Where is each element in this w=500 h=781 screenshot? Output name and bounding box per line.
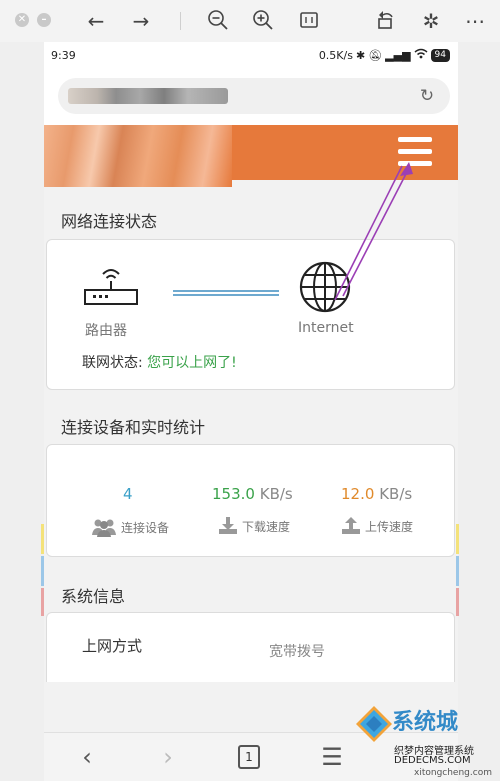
battery-badge: 94: [430, 48, 450, 62]
fit-icon[interactable]: [297, 9, 321, 33]
watermark-line3: xitongcheng.com: [414, 768, 492, 778]
system-info-title: 系统信息: [61, 587, 126, 606]
devices-label: 连接设备: [121, 520, 170, 535]
blurred-url: [68, 88, 228, 104]
watermark-brand: 系统城: [392, 710, 459, 735]
tabs-button[interactable]: 1: [238, 745, 260, 769]
refresh-icon[interactable]: ↻: [416, 85, 438, 107]
watermark-line2: DEDECMS.COM: [394, 755, 471, 766]
network-speed: 0.5K/s: [318, 48, 353, 62]
download-icon: [219, 517, 237, 534]
internet-label: Internet: [298, 320, 354, 336]
signal-icon: ▂▄▆: [385, 48, 411, 62]
devices-stat-label[interactable]: 连接设备: [91, 517, 169, 537]
image-viewer-toolbar: ✕ – ← → ✲ ⋯: [0, 0, 500, 42]
rotate-icon[interactable]: [374, 9, 398, 33]
nav-forward-button[interactable]: ›: [153, 743, 183, 771]
download-value: 153.0: [212, 485, 255, 503]
mute-icon: 🔕︎: [368, 48, 383, 62]
phone-screen: 9:39 0.5K/s ✱ 🔕︎ ▂▄▆ 94 ↻ 网络连接状态 路由器 Int…: [44, 42, 458, 781]
watermark: 系统城 织梦内容管理系统 DEDECMS.COM xitongcheng.com: [352, 702, 500, 781]
devices-count: 4: [123, 485, 133, 503]
minimize-icon[interactable]: –: [37, 13, 51, 27]
network-status-title: 网络连接状态: [61, 212, 158, 231]
nav-back-button[interactable]: ‹: [72, 743, 102, 771]
magic-wand-icon[interactable]: ✲: [419, 9, 443, 33]
hamburger-menu-icon[interactable]: [398, 137, 432, 167]
watermark-logo-icon: [356, 706, 392, 742]
status-time: 9:39: [51, 49, 76, 62]
connection-status-value: 您可以上网了!: [147, 355, 237, 371]
back-arrow-icon[interactable]: ←: [84, 9, 108, 33]
connection-type-value: 宽带拨号: [269, 644, 325, 660]
toolbar-divider: [180, 12, 181, 30]
upload-label: 上传速度: [365, 519, 414, 534]
connection-status-label: 联网状态:: [82, 355, 143, 371]
connection-type-label: 上网方式: [82, 637, 143, 655]
bluetooth-icon: ✱: [355, 48, 366, 62]
download-stat-label[interactable]: 下载速度: [218, 517, 290, 535]
more-icon[interactable]: ⋯: [463, 9, 487, 33]
connection-line: [173, 290, 279, 296]
nav-menu-button[interactable]: ☰: [317, 743, 347, 771]
upload-stat-label[interactable]: 上传速度: [341, 517, 413, 535]
address-bar-row: ↻: [44, 70, 458, 125]
router-page-header: [44, 125, 458, 187]
network-status-card: 路由器 Internet 联网状态: 您可以上网了!: [46, 239, 455, 390]
stats-card: 4 连接设备 153.0 KB/s 下载速度 12.0 KB/s 上传速度: [46, 444, 455, 557]
upload-value: 12.0: [341, 485, 375, 503]
download-unit: KB/s: [259, 485, 293, 503]
connection-status-line: 联网状态: 您可以上网了!: [82, 352, 237, 372]
blurred-logo: [44, 125, 232, 187]
download-label: 下载速度: [242, 519, 291, 534]
globe-icon: [299, 261, 351, 313]
forward-arrow-icon[interactable]: →: [129, 9, 153, 33]
close-icon[interactable]: ✕: [15, 13, 29, 27]
upload-icon: [342, 517, 360, 534]
side-strip-blue-left: [41, 556, 44, 586]
zoom-in-icon[interactable]: [251, 9, 275, 33]
upload-stat: 12.0 KB/s: [341, 485, 412, 503]
system-info-card: 上网方式 宽带拨号: [46, 612, 455, 682]
zoom-out-icon[interactable]: [206, 9, 230, 33]
router-label: 路由器: [85, 323, 127, 339]
side-strip-red-left: [41, 588, 44, 616]
download-stat: 153.0 KB/s: [212, 485, 293, 503]
upload-unit: KB/s: [379, 485, 413, 503]
side-strip-blue-right: [456, 556, 459, 586]
router-icon: [84, 269, 138, 305]
side-strip-red-right: [456, 588, 459, 616]
side-strip-yellow-right: [456, 524, 459, 554]
users-icon: [92, 519, 116, 537]
stats-title: 连接设备和实时统计: [61, 418, 206, 437]
wifi-icon: [414, 48, 428, 62]
address-bar[interactable]: ↻: [58, 78, 450, 114]
status-bar: 9:39 0.5K/s ✱ 🔕︎ ▂▄▆ 94: [44, 42, 458, 70]
side-strip-yellow-left: [41, 524, 44, 554]
